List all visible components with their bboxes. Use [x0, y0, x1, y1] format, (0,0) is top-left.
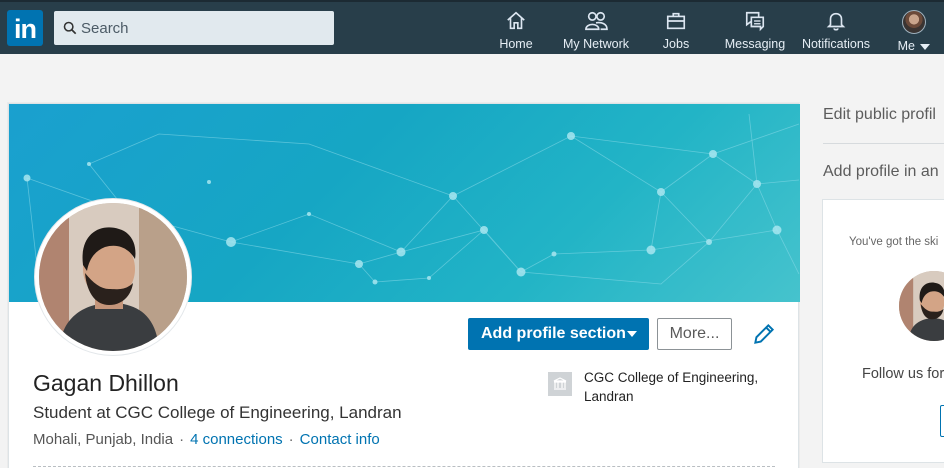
profile-photo-image	[39, 203, 187, 351]
nav-jobs-label: Jobs	[662, 37, 690, 51]
promo-avatar	[899, 271, 944, 341]
nav-jobs[interactable]: Jobs	[656, 10, 696, 54]
edit-public-profile-link[interactable]: Edit public profil	[823, 106, 936, 124]
me-avatar[interactable]	[902, 10, 926, 34]
navbar-top-border	[0, 0, 944, 2]
separator-dot: ·	[179, 431, 185, 448]
nav-notifications-label: Notifications	[801, 37, 871, 51]
top-navbar: in Home My Network Jobs	[0, 0, 944, 54]
nav-me[interactable]: Me	[892, 10, 936, 54]
profile-headline: Student at CGC College of Engineering, L…	[33, 403, 402, 422]
contact-info-link[interactable]: Contact info	[300, 431, 380, 448]
follow-text: Follow us for	[862, 366, 944, 382]
chat-icon	[745, 11, 765, 32]
linkedin-logo[interactable]: in	[7, 10, 43, 46]
nav-my-network-label: My Network	[563, 37, 629, 51]
location: Mohali, Punjab, India	[33, 431, 174, 448]
search-box[interactable]	[54, 11, 334, 45]
caret-down-icon	[627, 331, 637, 337]
school-icon[interactable]	[548, 372, 572, 396]
search-input[interactable]	[81, 20, 321, 37]
nav-me-label: Me	[892, 39, 936, 53]
profile-card: Add profile section More... Gagan Dhillo…	[8, 103, 800, 468]
profile-photo[interactable]	[39, 203, 187, 351]
connections-link[interactable]: 4 connections	[190, 431, 283, 448]
follow-button[interactable]	[940, 405, 944, 437]
nav-home[interactable]: Home	[494, 10, 538, 54]
home-icon	[507, 11, 525, 30]
add-profile-language-link[interactable]: Add profile in an	[823, 163, 939, 181]
chevron-down-icon	[920, 43, 931, 50]
nav-messaging[interactable]: Messaging	[722, 10, 788, 54]
promo-text: You've got the ski	[849, 236, 939, 248]
profile-photo-frame[interactable]	[35, 199, 191, 355]
section-divider	[33, 466, 775, 467]
search-icon	[63, 21, 77, 35]
people-icon	[585, 11, 608, 31]
school-icon-glyph	[553, 377, 567, 390]
pencil-icon[interactable]	[751, 321, 777, 347]
separator-dot: ·	[288, 431, 294, 448]
nav-notifications[interactable]: Notifications	[800, 10, 872, 54]
nav-home-label: Home	[499, 37, 533, 51]
add-profile-section-button[interactable]: Add profile section	[468, 318, 649, 350]
bell-icon	[826, 12, 846, 31]
nav-messaging-label: Messaging	[724, 37, 786, 51]
profile-meta: Mohali, Punjab, India · 4 connections · Cont…	[33, 431, 380, 448]
school-link[interactable]: CGC College of Engineering, Landran	[584, 368, 784, 406]
promo-avatar-image	[899, 271, 944, 341]
nav-my-network[interactable]: My Network	[558, 10, 634, 54]
rail-divider	[823, 143, 944, 144]
promo-card: You've got the ski Follow us for	[822, 199, 944, 463]
more-button[interactable]: More...	[657, 318, 732, 350]
briefcase-icon	[666, 12, 686, 30]
profile-name: Gagan Dhillon	[33, 370, 179, 396]
